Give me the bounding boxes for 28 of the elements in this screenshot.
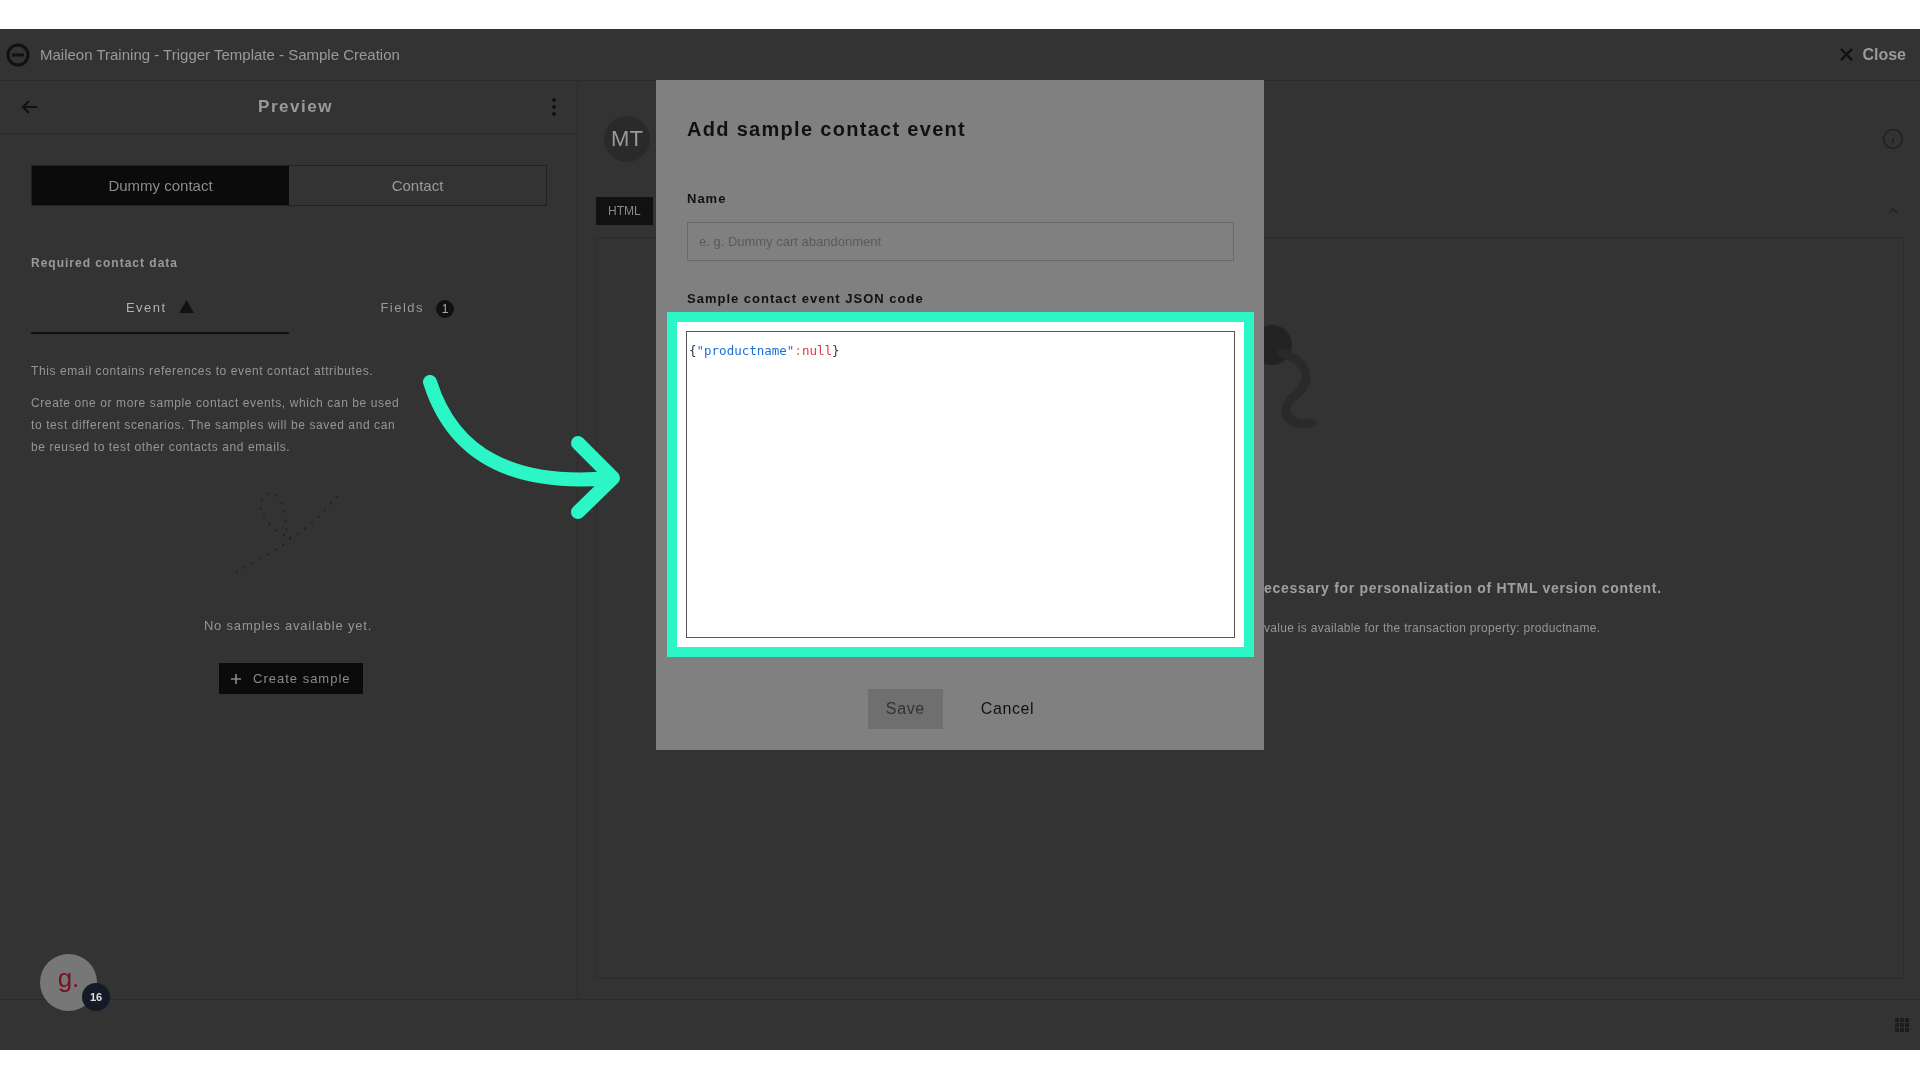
intro-text: This email contains references to event contact attributes. xyxy=(31,364,375,378)
count-badge: 1 xyxy=(436,300,455,318)
notification-count-badge: 16 xyxy=(82,983,110,1011)
description-text: Create one or more sample contact events, which can be used to test different scenarios. The samples will be saved and can be reused to test other contacts and emails. xyxy=(31,395,401,456)
close-icon xyxy=(1839,47,1855,62)
data-tab[interactable]: Fields 1 xyxy=(288,300,546,334)
field-label: Sample contact event JSON code xyxy=(687,291,925,306)
more-menu-icon[interactable] xyxy=(551,97,557,117)
notice-heading: ecessary for personalization of HTML version content. xyxy=(1264,580,1663,596)
section-heading: Required contact data xyxy=(31,256,180,270)
dialog-title: Add sample contact event xyxy=(687,118,968,141)
code-line: {"productname":null} xyxy=(689,343,840,358)
contact-type-tab[interactable]: Dummy contact xyxy=(32,166,289,205)
panel-title: Preview xyxy=(257,97,334,117)
cancel-button[interactable]: Cancel xyxy=(962,689,1053,729)
create-sample-button[interactable]: Create sample xyxy=(219,663,363,694)
plus-icon xyxy=(231,673,241,684)
warning-icon xyxy=(178,300,194,313)
user-avatar: MT xyxy=(604,116,650,162)
notice-detail: value is available for the transaction property: productname. xyxy=(1264,621,1602,635)
window-title: Maileon Training - Trigger Template - Sample Creation xyxy=(40,46,401,63)
code-editor-field[interactable]: {"productname":null} xyxy=(677,322,1244,647)
app-logo-icon xyxy=(6,42,30,67)
close-button[interactable]: Close xyxy=(1835,45,1910,64)
html-tab[interactable]: HTML xyxy=(596,197,653,225)
field-label: Name xyxy=(687,191,728,206)
empty-state-text: No samples available yet. xyxy=(202,618,374,633)
data-tab[interactable]: Event xyxy=(31,300,289,334)
